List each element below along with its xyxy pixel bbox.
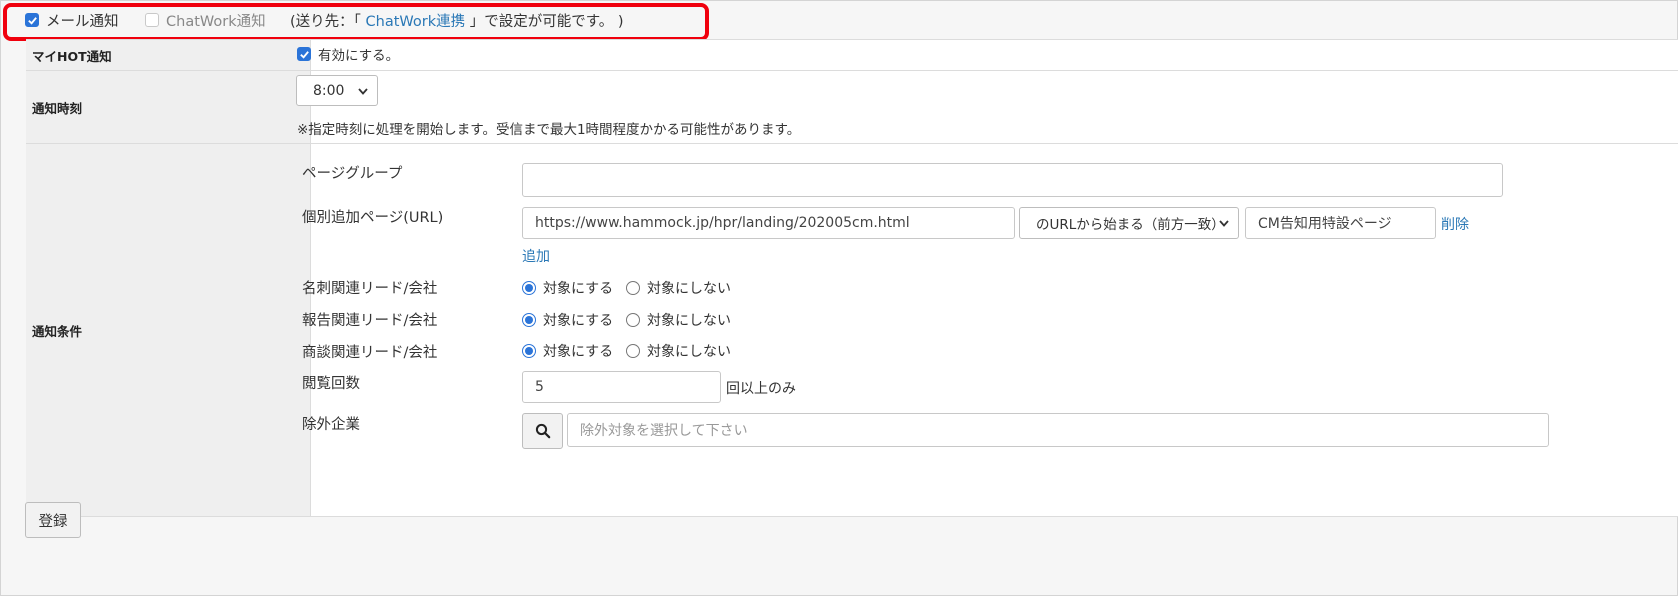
deal-non-target-label: 対象にしない <box>647 344 731 360</box>
notify-conditions-header: 通知条件 <box>26 144 311 516</box>
exclude-company-input[interactable]: 除外対象を選択して下さい <box>567 413 1549 447</box>
notify-time-value: 8:00 <box>313 82 345 99</box>
report-lead-label: 報告関連リード/会社 <box>302 313 438 329</box>
view-count-label: 閲覧回数 <box>302 376 360 392</box>
my-hot-enable-label: 有効にする。 <box>318 48 400 64</box>
check-icon <box>299 50 309 59</box>
deal-target-radio[interactable] <box>522 344 536 358</box>
page-group-input[interactable] <box>522 163 1503 197</box>
notify-time-header: 通知時刻 <box>26 71 311 143</box>
individual-url-input[interactable]: https://www.hammock.jp/hpr/landing/20200… <box>522 207 1015 239</box>
page-group-label: ページグループ <box>302 166 403 182</box>
meishi-lead-label: 名刺関連リード/会社 <box>302 281 438 297</box>
report-target-label: 対象にする <box>543 313 614 329</box>
url-match-select[interactable]: のURLから始まる（前方一致） <box>1019 207 1239 239</box>
chevron-down-icon <box>1219 220 1229 227</box>
page-name-input[interactable]: CM告知用特設ページ <box>1245 207 1436 239</box>
exclude-search-button[interactable] <box>522 413 563 449</box>
report-non-target-label: 対象にしない <box>647 313 731 329</box>
deal-lead-label: 商談関連リード/会社 <box>302 345 438 361</box>
add-url-link[interactable]: 追加 <box>522 246 550 266</box>
search-icon <box>535 423 550 439</box>
deal-target-label: 対象にする <box>543 344 614 360</box>
my-hot-header: マイHOT通知 <box>26 40 311 70</box>
chevron-down-icon <box>358 87 368 95</box>
delete-url-link[interactable]: 削除 <box>1441 214 1469 234</box>
notify-time-note: ※指定時刻に処理を開始します。受信まで最大1時間程度かかる可能性があります。 <box>297 122 801 138</box>
exclude-company-label: 除外企業 <box>302 417 360 433</box>
deal-non-target-radio[interactable] <box>626 344 640 358</box>
report-non-target-radio[interactable] <box>626 313 640 327</box>
my-hot-enable-checkbox[interactable] <box>297 47 311 61</box>
notify-time-select[interactable]: 8:00 <box>296 75 378 106</box>
individual-page-label: 個別追加ページ(URL) <box>302 210 444 226</box>
meishi-non-target-radio[interactable] <box>626 281 640 295</box>
meishi-target-radio[interactable] <box>522 281 536 295</box>
report-target-radio[interactable] <box>522 313 536 327</box>
register-button[interactable]: 登録 <box>25 502 81 538</box>
url-match-value: のURLから始まる（前方一致） <box>1036 217 1225 233</box>
meishi-target-label: 対象にする <box>543 281 614 297</box>
meishi-non-target-label: 対象にしない <box>647 281 731 297</box>
view-count-suffix: 回以上のみ <box>726 381 796 397</box>
view-count-input[interactable]: 5 <box>522 371 721 403</box>
highlight-box <box>3 3 709 41</box>
